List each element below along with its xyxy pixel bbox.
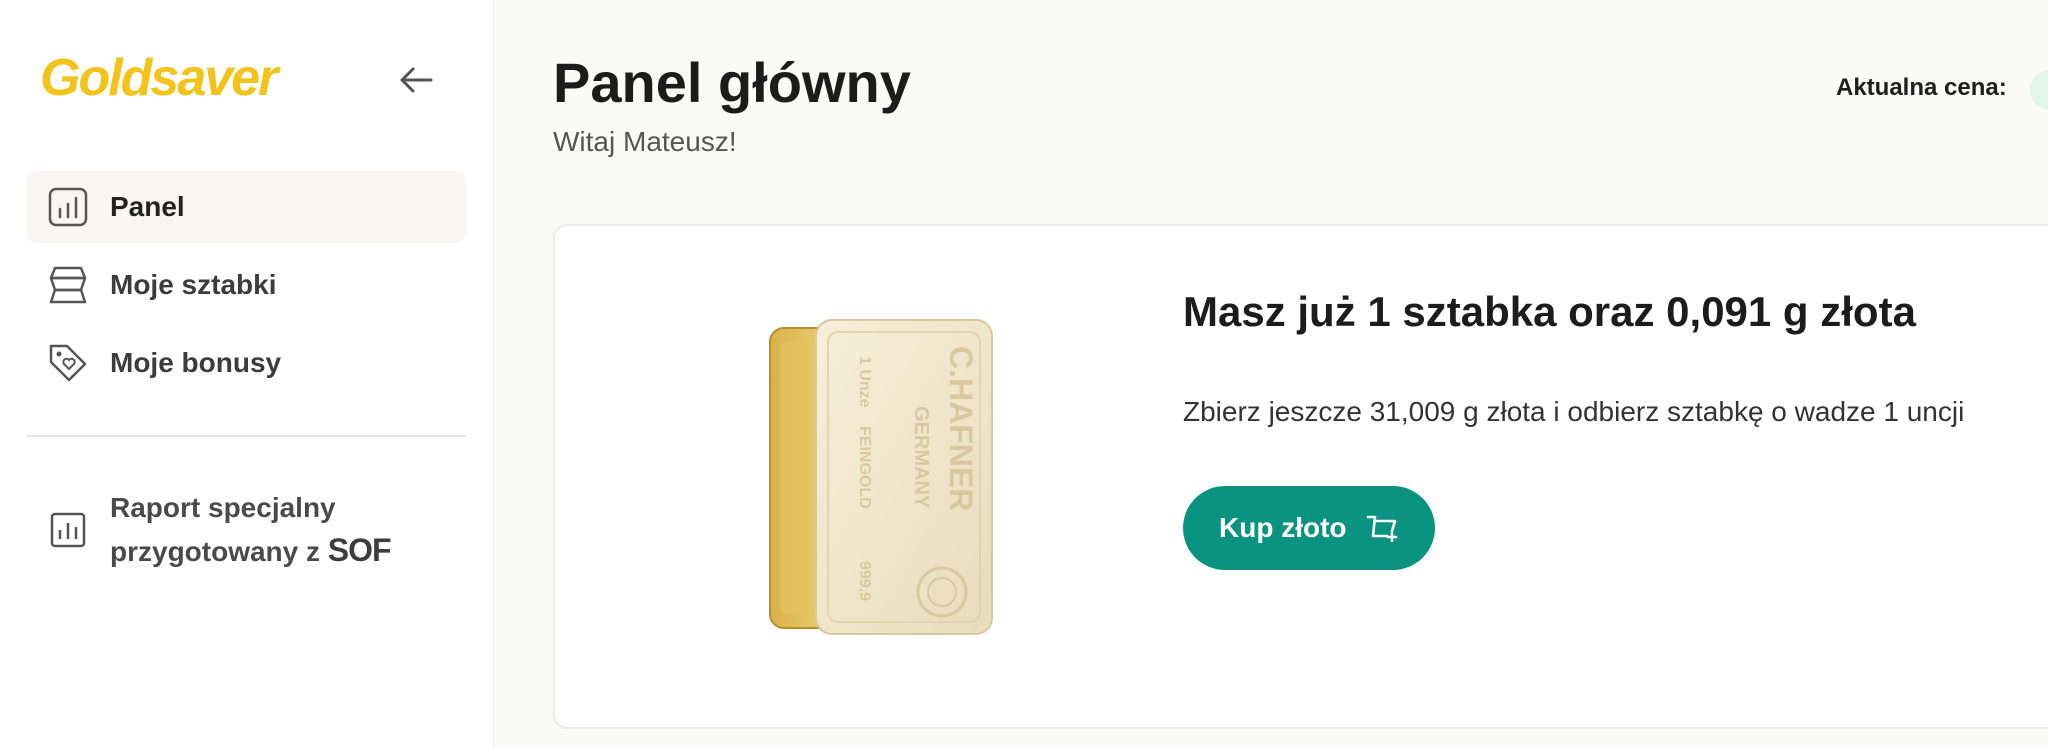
special-report-line2: przygotowany z SOF bbox=[110, 529, 392, 573]
special-report-line2-text: przygotowany z bbox=[110, 536, 321, 567]
buy-gold-button-label: Kup złoto bbox=[1219, 512, 1347, 543]
gold-bar-image: C.HAFNER GERMANY 1 Unze FEINGOLD 999,9 bbox=[769, 319, 993, 635]
tag-heart-icon bbox=[46, 341, 90, 385]
special-report-line1: Raport specjalny bbox=[110, 492, 336, 523]
sidebar: Goldsaver Panel Moje sztabki Moje bonusy… bbox=[0, 0, 494, 748]
bar-origin-text: GERMANY bbox=[910, 406, 932, 509]
page-title: Panel główny bbox=[553, 51, 911, 114]
gold-bars-stack-icon bbox=[46, 263, 90, 307]
gold-holdings-heading: Masz już 1 sztabka oraz 0,091 g złota bbox=[1183, 288, 1916, 335]
sidebar-nav: Panel Moje sztabki Moje bonusy bbox=[26, 171, 466, 405]
sidebar-item-label: Moje bonusy bbox=[110, 347, 282, 378]
bar-weight-text: 1 Unze bbox=[856, 356, 873, 408]
sof-logo: SOF bbox=[327, 532, 392, 568]
sidebar-item-panel[interactable]: Panel bbox=[26, 171, 466, 243]
bar-purity-text: 999,9 bbox=[856, 561, 873, 601]
sidebar-item-moje-bonusy[interactable]: Moje bonusy bbox=[26, 327, 466, 399]
gold-remaining-text: Zbierz jeszcze 31,009 g złota i odbierz … bbox=[1183, 396, 1965, 427]
current-price-label: Aktualna cena: bbox=[1836, 74, 2007, 101]
cart-plus-icon bbox=[1365, 514, 1399, 542]
collapse-sidebar-button[interactable] bbox=[392, 56, 440, 104]
bar-brand-text: C.HAFNER bbox=[943, 346, 979, 511]
welcome-message: Witaj Mateusz! bbox=[553, 126, 737, 157]
sidebar-item-label: Panel bbox=[110, 191, 185, 222]
goldsaver-logo[interactable]: Goldsaver bbox=[40, 48, 278, 108]
gold-summary-card: C.HAFNER GERMANY 1 Unze FEINGOLD 999,9 M… bbox=[553, 224, 2048, 729]
sidebar-item-label: Moje sztabki bbox=[110, 269, 277, 300]
buy-gold-button[interactable]: Kup złoto bbox=[1183, 486, 1435, 570]
sidebar-item-moje-sztabki[interactable]: Moje sztabki bbox=[26, 249, 466, 321]
special-report-label: Raport specjalny przygotowany z SOF bbox=[110, 486, 392, 573]
sidebar-divider bbox=[26, 435, 466, 437]
bar-feingold-text: FEINGOLD bbox=[856, 426, 873, 509]
current-price-badge bbox=[2030, 70, 2048, 110]
bar-chart-icon bbox=[46, 185, 90, 229]
report-chart-icon bbox=[46, 508, 90, 552]
sidebar-item-special-report[interactable]: Raport specjalny przygotowany z SOF bbox=[46, 486, 466, 573]
arrow-left-icon bbox=[400, 67, 433, 93]
